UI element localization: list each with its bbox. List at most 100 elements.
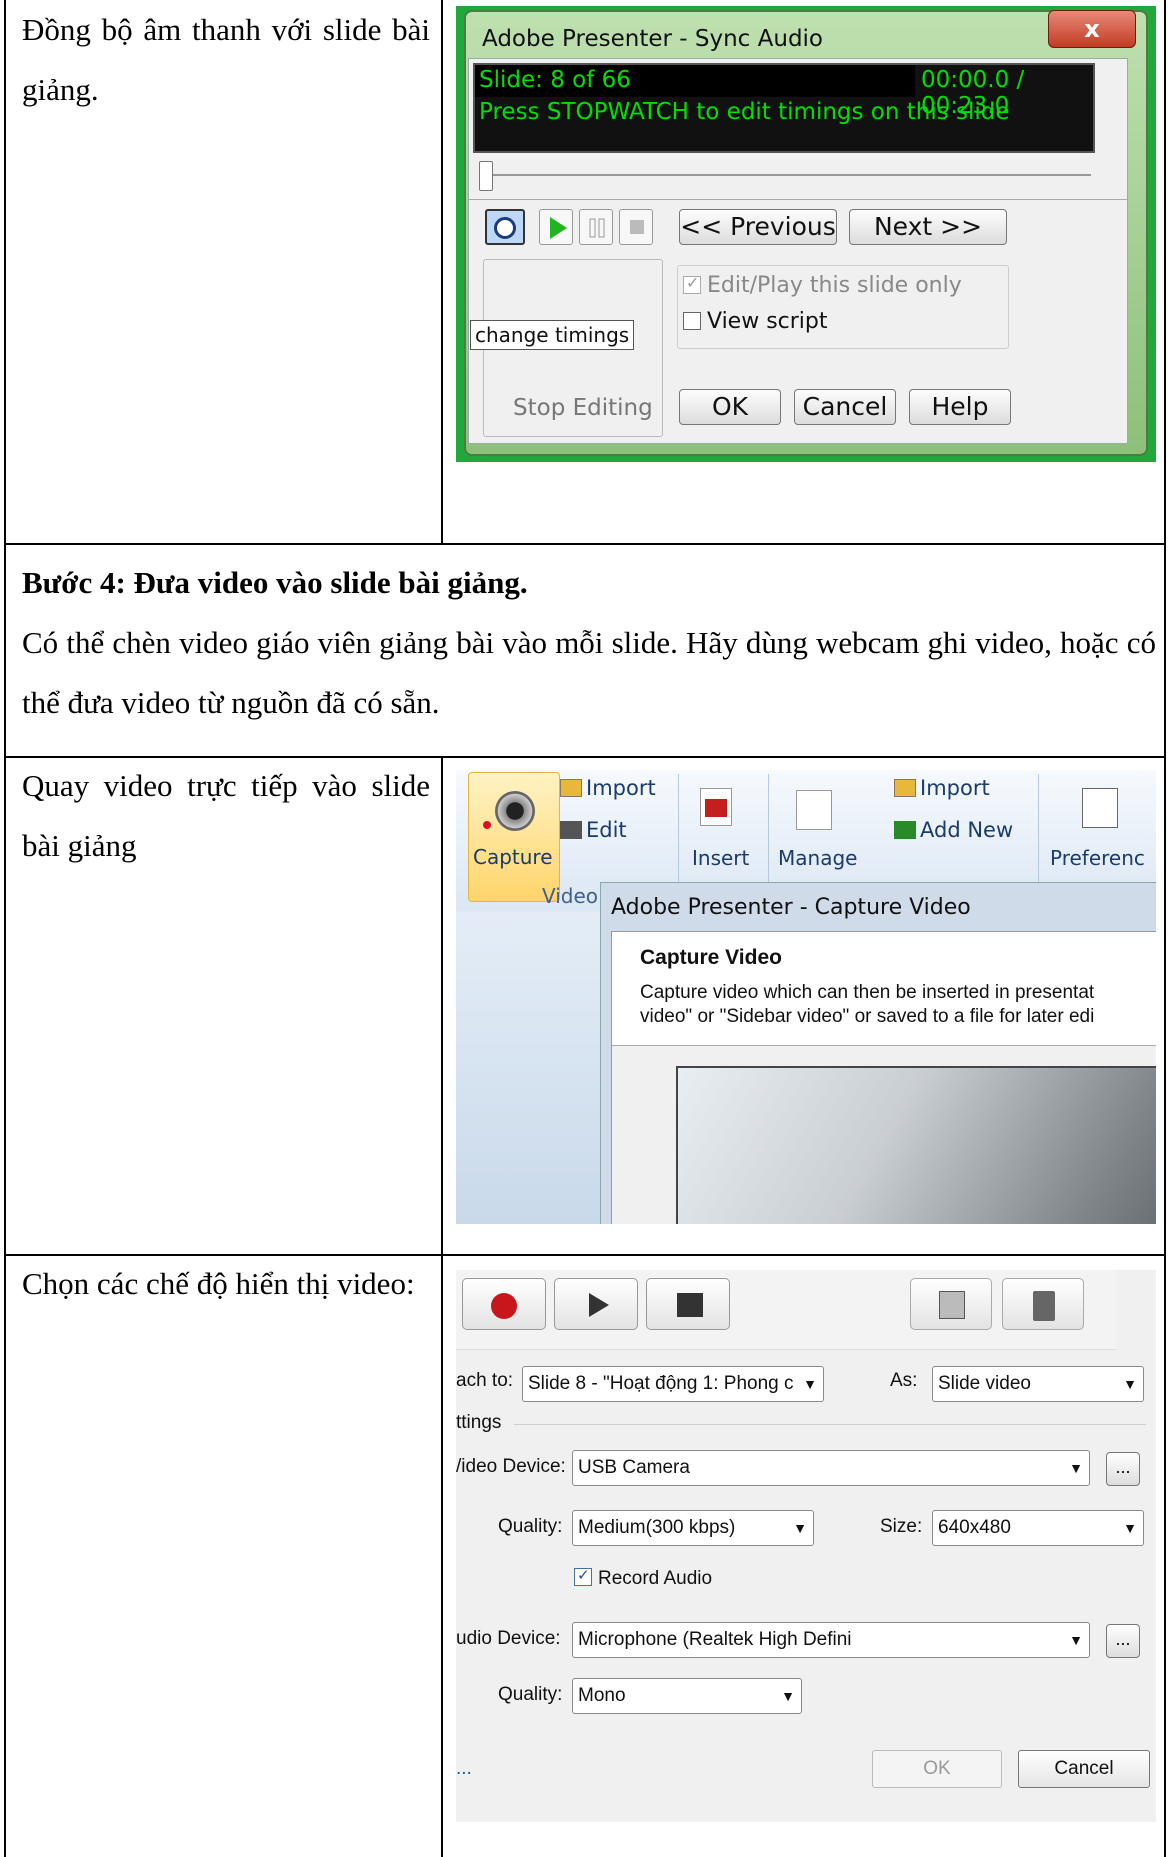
save-icon — [939, 1291, 965, 1319]
video-device-label: /ideo Device: — [456, 1456, 566, 1477]
as-select[interactable]: Slide video ▼ — [932, 1366, 1144, 1402]
flash-icon — [700, 788, 732, 826]
chevron-down-icon: ▼ — [1123, 1520, 1137, 1536]
view-script-checkbox[interactable] — [683, 312, 701, 330]
table-left-border — [4, 0, 6, 1857]
audio-quality-label: Quality: — [498, 1684, 563, 1705]
chevron-down-icon: ▼ — [1069, 1460, 1083, 1476]
capture-video-dialog: Adobe Presenter - Capture Video Capture … — [600, 882, 1156, 1224]
video-device-more-button[interactable]: ... — [1106, 1452, 1140, 1486]
ribbon-screenshot: Capture Import Edit Insert Manage Import… — [456, 770, 1156, 1224]
instruction-text: Press STOPWATCH to edit timings on this … — [479, 99, 1010, 125]
add-new-button[interactable]: Add New — [894, 818, 1013, 842]
quality-label: Quality: — [498, 1516, 563, 1537]
capture-desc-2: video" or "Sidebar video" or saved to a … — [640, 1006, 1095, 1027]
row-divider-1 — [4, 543, 1166, 545]
import-audio-button[interactable]: Import — [894, 776, 990, 800]
stop-icon — [677, 1293, 703, 1317]
record-icon — [630, 220, 644, 234]
video-device-select[interactable]: USB Camera ▼ — [572, 1450, 1090, 1486]
chevron-down-icon: ▼ — [781, 1688, 795, 1704]
ok-button[interactable]: OK — [679, 389, 781, 425]
chevron-down-icon: ▼ — [1123, 1376, 1137, 1392]
quality-select[interactable]: Medium(300 kbps) ▼ — [572, 1510, 814, 1546]
capture-desc-1: Capture video which can then be inserted… — [640, 982, 1095, 1003]
play-button[interactable] — [554, 1278, 638, 1330]
sync-audio-dialog: Adobe Presenter - Sync Audio x Slide: 8 … — [456, 6, 1156, 462]
table-right-border — [1164, 0, 1166, 1857]
add-icon — [894, 821, 916, 839]
preferences-icon — [1082, 788, 1118, 828]
record-button[interactable] — [619, 209, 653, 245]
capture-button[interactable]: Capture — [468, 772, 560, 902]
size-select[interactable]: 640x480 ▼ — [932, 1510, 1144, 1546]
capture-heading: Capture Video — [640, 946, 782, 969]
import-icon — [894, 779, 916, 797]
stop-button[interactable] — [646, 1278, 730, 1330]
stopwatch-icon — [494, 217, 516, 239]
row4-description: Chọn các chế độ hiển thị video: — [22, 1266, 415, 1301]
play-button[interactable] — [539, 209, 573, 245]
size-label: Size: — [880, 1516, 923, 1537]
col-divider-row3-4 — [441, 758, 443, 1857]
pause-button[interactable] — [579, 209, 613, 245]
manage-icon — [796, 790, 832, 830]
row1-description: Đồng bộ âm thanh với slide bài giảng. — [22, 12, 430, 107]
webcam-icon — [495, 791, 535, 831]
as-label: As: — [890, 1370, 918, 1391]
import-video-button[interactable]: Import — [560, 776, 656, 800]
edit-video-button[interactable]: Edit — [560, 818, 627, 842]
help-button[interactable]: Help — [909, 389, 1011, 425]
edit-play-option[interactable]: ✓ Edit/Play this slide only — [683, 273, 962, 298]
next-button[interactable]: Next >> — [849, 209, 1007, 245]
previous-button[interactable]: << Previous — [679, 209, 837, 245]
save-button[interactable] — [910, 1278, 992, 1330]
row3-description: Quay video trực tiếp vào slide bài giảng — [22, 768, 430, 863]
record-audio-checkbox[interactable]: ✓ — [574, 1567, 592, 1586]
slider-handle[interactable] — [479, 161, 493, 191]
view-script-option[interactable]: View script — [683, 309, 828, 334]
audio-device-label: udio Device: — [456, 1628, 561, 1649]
chevron-down-icon: ▼ — [803, 1376, 817, 1392]
tooltip: change timings — [470, 320, 635, 350]
dialog-body: Slide: 8 of 66 00:00.0 / 00:23.0 Press S… — [468, 58, 1128, 444]
video-preview — [676, 1066, 1156, 1224]
video-group-label: Video — [542, 884, 599, 908]
record-button[interactable] — [462, 1278, 546, 1330]
delete-button[interactable] — [1002, 1278, 1084, 1330]
col-divider-row1 — [441, 0, 443, 545]
settings-section-label: ttings — [456, 1412, 502, 1433]
play-icon — [589, 1293, 609, 1317]
audio-device-select[interactable]: Microphone (Realtek High Defini ▼ — [572, 1622, 1090, 1658]
settings-ok-button[interactable]: OK — [872, 1750, 1002, 1788]
attach-select[interactable]: Slide 8 - "Hoạt động 1: Phong c ▼ — [522, 1366, 824, 1402]
record-icon — [491, 1293, 517, 1319]
cancel-button[interactable]: Cancel — [794, 389, 896, 425]
import-icon — [560, 779, 582, 797]
stopwatch-button[interactable] — [485, 209, 525, 245]
step4-heading: Bước 4: Đưa video vào slide bài giảng. — [22, 565, 528, 600]
step4-body: Có thể chèn video giáo viên giảng bài và… — [22, 625, 1156, 720]
attach-label: ach to: — [456, 1370, 514, 1391]
close-button[interactable]: x — [1048, 10, 1136, 48]
settings-cancel-button[interactable]: Cancel — [1018, 1750, 1150, 1788]
stop-editing-label[interactable]: Stop Editing — [513, 395, 653, 421]
play-icon — [550, 217, 567, 239]
capture-label: Capture — [473, 845, 553, 869]
slide-counter: Slide: 8 of 66 — [479, 67, 631, 93]
dialog-title: Adobe Presenter - Sync Audio — [482, 26, 824, 52]
timeline-slider[interactable] — [473, 161, 1095, 191]
settings-link[interactable]: ... — [456, 1758, 472, 1780]
audio-quality-select[interactable]: Mono ▼ — [572, 1678, 802, 1714]
capture-dialog-title: Adobe Presenter - Capture Video — [611, 895, 971, 920]
edit-icon — [560, 821, 582, 839]
pause-icon — [589, 218, 605, 238]
record-audio-option[interactable]: ✓ Record Audio — [574, 1567, 712, 1590]
capture-settings-panel: ach to: Slide 8 - "Hoạt động 1: Phong c ▼… — [456, 1270, 1156, 1822]
chevron-down-icon: ▼ — [1069, 1632, 1083, 1648]
timing-display: Slide: 8 of 66 00:00.0 / 00:23.0 Press S… — [473, 63, 1095, 153]
edit-play-checkbox[interactable]: ✓ — [683, 273, 701, 294]
trash-icon — [1033, 1291, 1055, 1321]
audio-device-more-button[interactable]: ... — [1106, 1624, 1140, 1658]
chevron-down-icon: ▼ — [793, 1520, 807, 1536]
